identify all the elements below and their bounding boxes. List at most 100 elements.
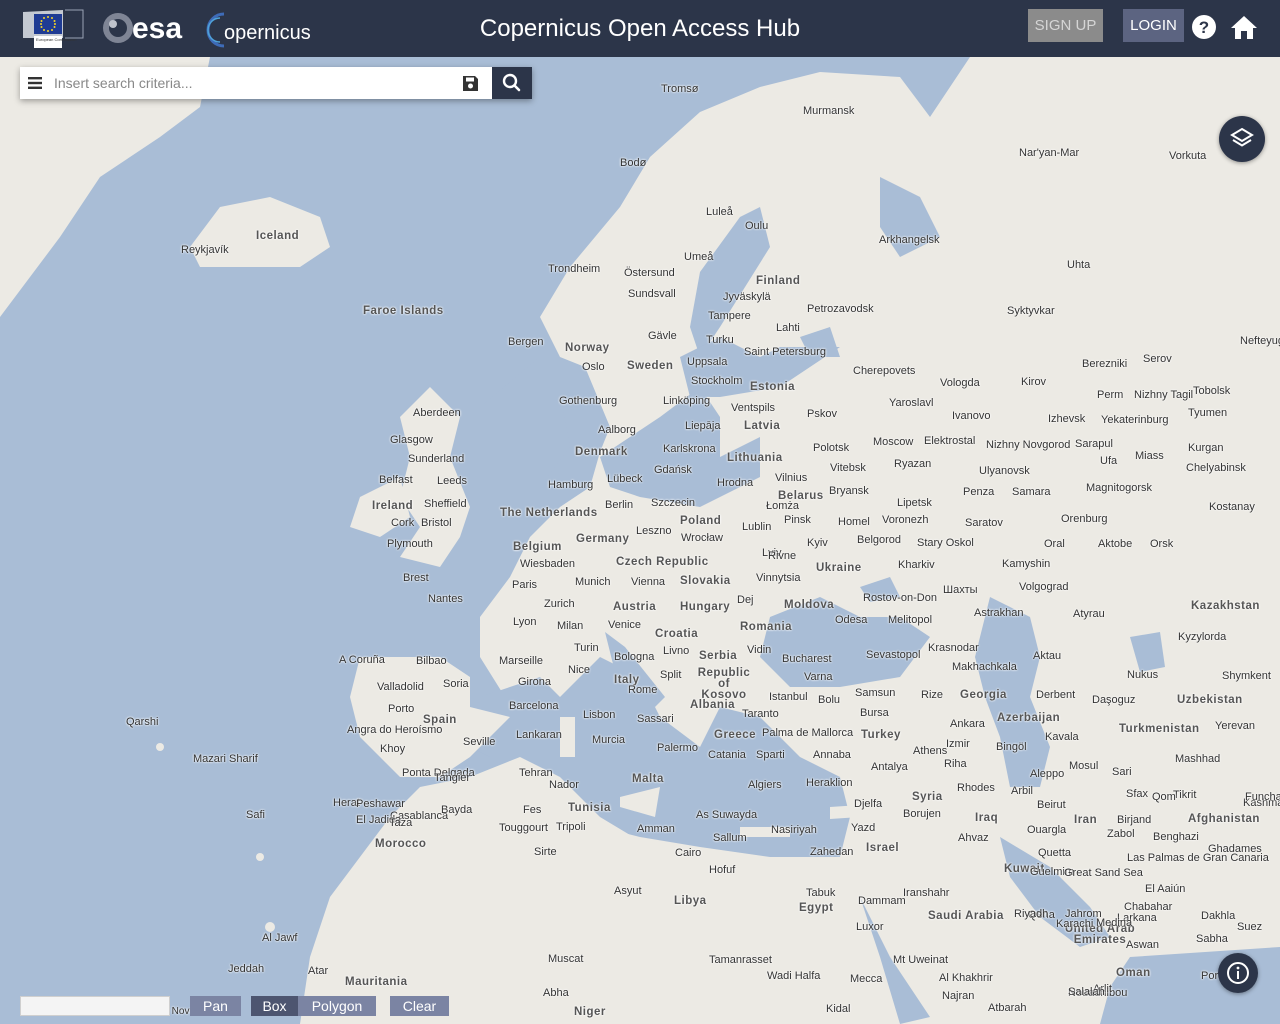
map-label-country: Iceland <box>256 230 300 242</box>
box-tool-button[interactable]: Box <box>251 996 298 1016</box>
map-label-city: Orsk <box>1150 538 1174 550</box>
map-label-city: Perm <box>1097 389 1124 401</box>
map-label-country: Iraq <box>975 812 999 824</box>
map-label-city: Yazd <box>851 822 876 834</box>
map-label-city: Sfax <box>1126 788 1149 800</box>
map-label-city: Turku <box>706 334 734 346</box>
pan-tool-button[interactable]: Pan <box>190 996 241 1016</box>
map-label-city: Rostov-on-Don <box>863 592 937 604</box>
map-label-city: Oslo <box>582 361 605 373</box>
map-label-city: Tromsø <box>661 83 699 95</box>
map-label-city: Kurgan <box>1188 442 1224 454</box>
map-label-city: Pinsk <box>784 514 811 526</box>
map-label-city: Qom <box>1152 791 1176 803</box>
map-label-city: Kavala <box>1045 731 1079 743</box>
map-label-city: Salalah <box>1068 986 1105 998</box>
map-label-city: Voronezh <box>882 514 929 526</box>
map-label-country: Croatia <box>655 628 699 640</box>
search-input[interactable] <box>54 67 454 99</box>
map-label-city: Catania <box>708 749 746 761</box>
map-label-city: Rhodes <box>957 782 995 794</box>
search-button[interactable] <box>492 67 532 99</box>
map-label-country: Greece <box>714 729 757 741</box>
map-label-city: Magnitogorsk <box>1086 482 1153 494</box>
map-label-city: Chelyabinsk <box>1186 462 1246 474</box>
map-label-city: Melitopol <box>888 614 933 626</box>
map-label-city: Samsun <box>855 687 896 699</box>
map-label-city: Karlskrona <box>663 443 716 455</box>
map-label-city: Saint Petersburg <box>744 346 826 358</box>
polygon-tool-button[interactable]: Polygon <box>298 996 376 1016</box>
map-label-city: Atar <box>308 965 329 977</box>
map-label-city: Vitebsk <box>830 462 866 474</box>
map-label-city: Sallum <box>713 832 747 844</box>
copernicus-logo: opernicus <box>206 12 311 48</box>
search-icon <box>502 73 521 92</box>
map-label-country: Afghanistan <box>1188 813 1260 825</box>
map-canvas[interactable]: Iceland Faroe Islands Norway Sweden Finl… <box>0 57 1280 1024</box>
map-label-city: Aleppo <box>1030 768 1065 780</box>
map-label-city: Seville <box>463 736 496 748</box>
login-button[interactable]: LOGIN <box>1123 9 1184 42</box>
coordinate-input[interactable] <box>20 996 170 1016</box>
menu-icon[interactable] <box>28 76 42 90</box>
map-label-city: Taza <box>389 817 413 829</box>
map-label-country: Niger <box>574 1006 606 1018</box>
layers-button[interactable] <box>1219 116 1265 162</box>
map-label-city: Bursa <box>860 707 889 719</box>
map-label-city: Umeå <box>684 251 714 263</box>
map-label-country: Malta <box>632 773 664 785</box>
map-label-city: Antalya <box>871 761 908 773</box>
help-icon[interactable]: ? <box>1192 15 1216 39</box>
map-label-city: Nador <box>549 779 579 791</box>
map-label-city: Milan <box>557 620 584 632</box>
map-label-country: Morocco <box>375 838 427 850</box>
european-commission-logo: European Commission <box>21 8 85 50</box>
map-label-city: Munich <box>575 576 611 588</box>
map-label-city: Ulyanovsk <box>979 465 1030 477</box>
map-label-city: Elektrostal <box>924 435 976 447</box>
map-label-city: Berezniki <box>1082 358 1128 370</box>
map-label-city: Dammam <box>858 895 906 907</box>
map-label-city: Ryazan <box>894 458 932 470</box>
search-bar <box>20 67 532 99</box>
map-label-city: Aalborg <box>598 424 636 436</box>
save-search-icon[interactable] <box>462 75 479 92</box>
map-label-city: Belfast <box>379 474 413 486</box>
map-label-city: Nizhny Tagil <box>1134 389 1194 401</box>
map-label-country: Norway <box>565 342 610 354</box>
map-label-city: Kostanay <box>1209 501 1255 513</box>
map-label-city: Taranto <box>742 708 779 720</box>
map-label-city: Nantes <box>428 593 463 605</box>
map-label-city: Annaba <box>813 749 851 761</box>
map-label-country: Latvia <box>744 420 781 432</box>
map-label-country: Moldova <box>784 599 835 611</box>
map-label-city: Safi <box>246 809 265 821</box>
map-label-city: Riyadh <box>1014 908 1049 920</box>
map-label-city: Brest <box>403 572 429 584</box>
map-label-city: Barcelona <box>509 700 559 712</box>
map-label-city: Luxor <box>856 921 884 933</box>
home-icon[interactable] <box>1230 14 1258 40</box>
map-label-city: Great Sand Sea <box>1064 867 1143 879</box>
map-label-city: Lankaran <box>516 729 562 741</box>
map-label-city: Aswan <box>1126 939 1160 951</box>
map-label-city: Benghazi <box>1153 831 1199 843</box>
map-label-city: Izhevsk <box>1048 413 1086 425</box>
map-label-city: Nizhny Novgorod <box>986 439 1071 451</box>
map-label-country: Austria <box>613 601 657 613</box>
sign-up-button[interactable]: SIGN UP <box>1028 9 1103 42</box>
map-label-city: Derbent <box>1036 689 1076 701</box>
clear-tool-button[interactable]: Clear <box>390 996 449 1016</box>
map-label-city: Gothenburg <box>559 395 618 407</box>
map-label-city: A Coruña <box>339 654 385 666</box>
map-label-city: El Aaiún <box>1145 883 1186 895</box>
info-button[interactable] <box>1218 953 1258 993</box>
map-label-city: Bologna <box>614 651 655 663</box>
map-label-city: Wiesbaden <box>520 558 576 570</box>
map-label-city: Mashhad <box>1175 753 1221 765</box>
layers-icon <box>1230 127 1254 147</box>
map-label-country: Finland <box>756 275 801 287</box>
map-label-city: Touggourt <box>499 822 548 834</box>
map-label-city: Mosul <box>1069 760 1099 772</box>
